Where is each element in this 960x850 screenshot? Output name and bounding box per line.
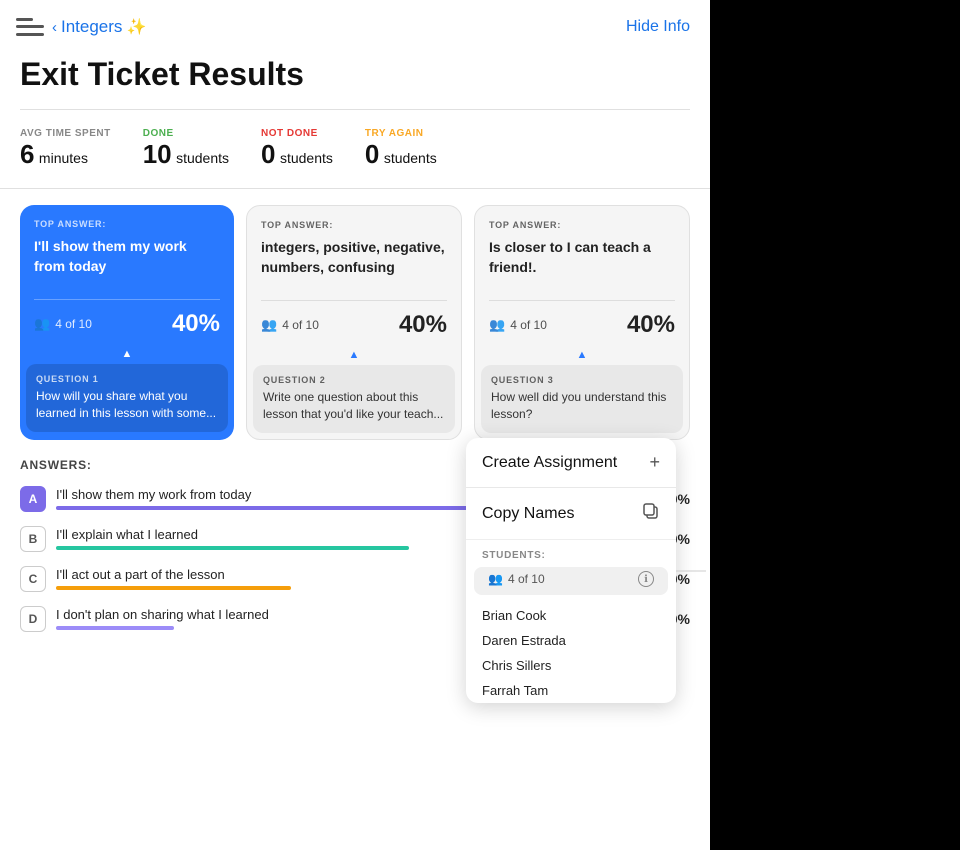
students-count-label: 👥 4 of 10 <box>488 572 545 586</box>
students-people-icon: 👥 <box>488 572 503 586</box>
not-done-label: NOT DONE <box>261 128 333 139</box>
back-label: Integers <box>61 17 122 37</box>
answer-letter-a: A <box>20 486 46 512</box>
top-nav: ‹ Integers ✨ Hide Info <box>0 0 710 48</box>
answer-card-3[interactable]: TOP ANSWER: Is closer to I can teach a f… <box>474 205 690 440</box>
card-1-footer: 👥 4 of 10 40% <box>20 300 234 348</box>
avg-time-label: AVG TIME SPENT <box>20 128 111 139</box>
card-3-top-text: Is closer to I can teach a friend!. <box>489 238 675 290</box>
back-chevron-icon: ‹ <box>52 19 57 36</box>
card-1-q-text: How will you share what you learned in t… <box>36 388 218 422</box>
not-done-unit: students <box>280 150 333 166</box>
stat-try-again: TRY AGAIN 0 students <box>365 128 437 170</box>
info-icon[interactable]: ℹ <box>638 571 654 587</box>
answer-card-2[interactable]: TOP ANSWER: integers, positive, negative… <box>246 205 462 440</box>
answer-bar-a <box>56 506 526 510</box>
page-title: Exit Ticket Results <box>0 48 710 109</box>
card-2-top: TOP ANSWER: integers, positive, negative… <box>247 206 461 300</box>
sparkle-icon: ✨ <box>126 17 146 37</box>
card-2-count-text: 4 of 10 <box>282 318 319 332</box>
students-subpanel: STUDENTS: 👥 4 of 10 ℹ Brian Cook Daren E… <box>466 539 676 703</box>
card-1-count: 👥 4 of 10 <box>34 316 92 332</box>
try-again-unit: students <box>384 150 437 166</box>
card-2-q-text: Write one question about this lesson tha… <box>263 389 445 423</box>
card-2-footer: 👥 4 of 10 40% <box>247 301 461 349</box>
create-assignment-label: Create Assignment <box>482 454 617 472</box>
try-again-value: 0 <box>365 139 379 169</box>
done-unit: students <box>176 150 229 166</box>
student-name-3: Chris Sillers <box>466 653 676 678</box>
copy-names-label: Copy Names <box>482 505 574 523</box>
people-icon-3: 👥 <box>489 317 505 333</box>
back-button[interactable]: ‹ Integers ✨ <box>52 17 146 37</box>
card-3-footer: 👥 4 of 10 40% <box>475 301 689 349</box>
answer-bar-c <box>56 586 291 590</box>
answer-bar-b <box>56 546 409 550</box>
card-3-top: TOP ANSWER: Is closer to I can teach a f… <box>475 206 689 300</box>
main-panel: ‹ Integers ✨ Hide Info Exit Ticket Resul… <box>0 0 710 850</box>
try-again-label: TRY AGAIN <box>365 128 437 139</box>
popup-menu: Create Assignment + Copy Names STUDENTS:… <box>466 438 676 703</box>
create-assignment-menu-item[interactable]: Create Assignment + <box>466 438 676 488</box>
students-count-row: 👥 4 of 10 ℹ <box>474 567 668 595</box>
answer-letter-b: B <box>20 526 46 552</box>
done-value: 10 <box>143 139 172 169</box>
card-1-question-section: QUESTION 1 How will you share what you l… <box>26 364 228 432</box>
plus-icon: + <box>649 452 660 473</box>
student-name-1: Brian Cook <box>466 603 676 628</box>
card-2-chevron-icon: ▲ <box>247 349 461 361</box>
students-count-text: 4 of 10 <box>508 572 545 586</box>
answer-card-1[interactable]: TOP ANSWER: I'll show them my work from … <box>20 205 234 440</box>
done-label: DONE <box>143 128 229 139</box>
card-3-q-text: How well did you understand this lesson? <box>491 389 673 423</box>
card-2-count: 👥 4 of 10 <box>261 317 319 333</box>
card-1-chevron-icon: ▲ <box>20 348 234 360</box>
answer-letter-d: D <box>20 606 46 632</box>
card-1-count-text: 4 of 10 <box>55 317 92 331</box>
card-1-top-text: I'll show them my work from today <box>34 237 220 289</box>
copy-icon <box>642 502 660 525</box>
card-3-q-label: QUESTION 3 <box>491 375 673 385</box>
people-icon-1: 👥 <box>34 316 50 332</box>
card-3-question-section: QUESTION 3 How well did you understand t… <box>481 365 683 433</box>
sidebar-toggle-icon[interactable] <box>16 16 44 38</box>
copy-names-menu-item[interactable]: Copy Names <box>466 488 676 539</box>
card-3-percent: 40% <box>627 311 675 339</box>
stat-avg-time: AVG TIME SPENT 6 minutes <box>20 128 111 170</box>
popup-connector-line <box>676 570 706 571</box>
card-1-top-label: TOP ANSWER: <box>34 219 220 229</box>
card-3-count-text: 4 of 10 <box>510 318 547 332</box>
student-name-2: Daren Estrada <box>466 628 676 653</box>
card-2-top-label: TOP ANSWER: <box>261 220 447 230</box>
card-3-chevron-icon: ▲ <box>475 349 689 361</box>
students-header: STUDENTS: <box>466 540 676 567</box>
student-name-4: Farrah Tam <box>466 678 676 703</box>
stat-not-done: NOT DONE 0 students <box>261 128 333 170</box>
card-2-q-label: QUESTION 2 <box>263 375 445 385</box>
card-1-top: TOP ANSWER: I'll show them my work from … <box>20 205 234 299</box>
stat-done: DONE 10 students <box>143 128 229 170</box>
card-1-percent: 40% <box>172 310 220 338</box>
answer-bar-d <box>56 626 174 630</box>
answer-letter-c: C <box>20 566 46 592</box>
card-1-q-label: QUESTION 1 <box>36 374 218 384</box>
cards-row: TOP ANSWER: I'll show them my work from … <box>0 189 710 440</box>
card-2-percent: 40% <box>399 311 447 339</box>
card-3-count: 👥 4 of 10 <box>489 317 547 333</box>
card-2-top-text: integers, positive, negative, numbers, c… <box>261 238 447 290</box>
avg-time-unit: minutes <box>39 150 88 166</box>
card-2-question-section: QUESTION 2 Write one question about this… <box>253 365 455 433</box>
people-icon-2: 👥 <box>261 317 277 333</box>
card-3-top-label: TOP ANSWER: <box>489 220 675 230</box>
nav-left: ‹ Integers ✨ <box>16 16 146 38</box>
avg-time-value: 6 <box>20 139 34 169</box>
not-done-value: 0 <box>261 139 275 169</box>
stats-row: AVG TIME SPENT 6 minutes DONE 10 student… <box>0 110 710 189</box>
hide-info-button[interactable]: Hide Info <box>626 18 690 36</box>
